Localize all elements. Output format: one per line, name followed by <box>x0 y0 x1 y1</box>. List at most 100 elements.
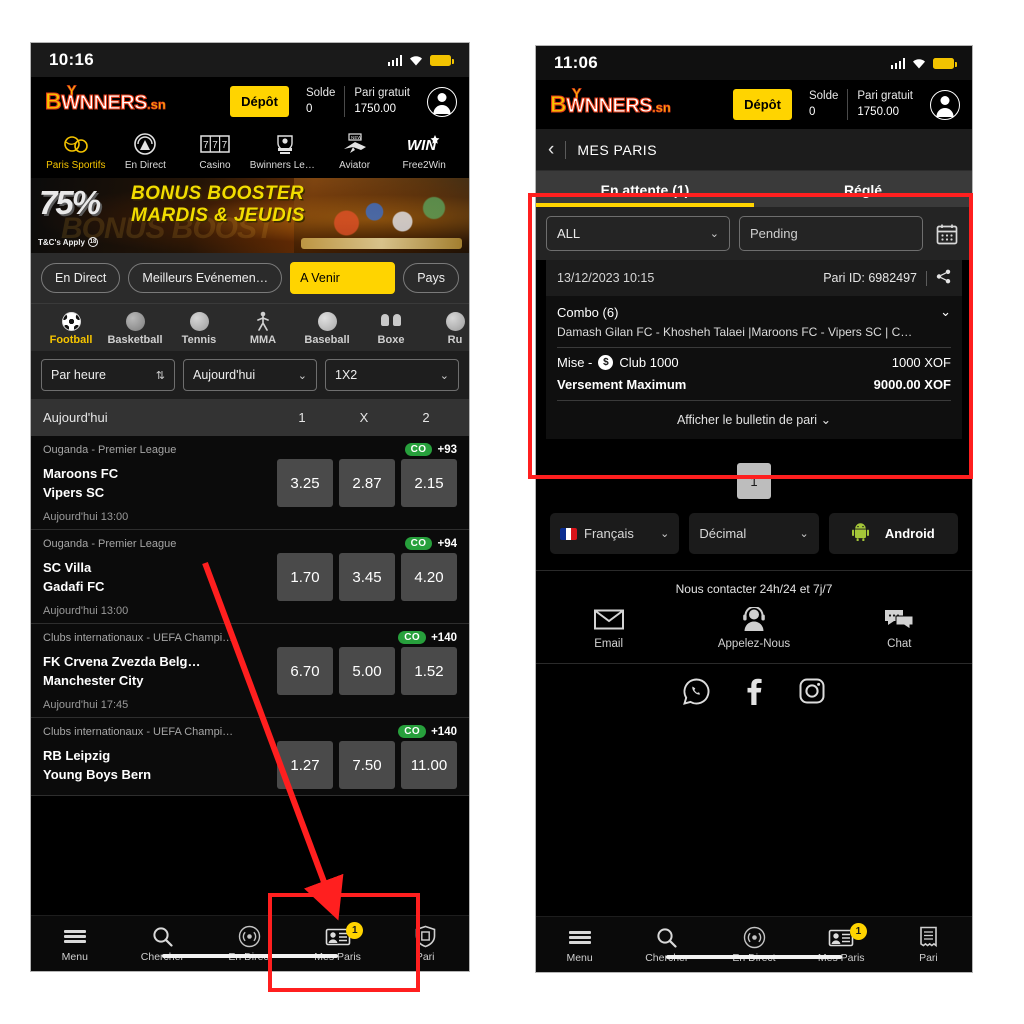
balance-column[interactable]: Solde 0 <box>297 86 344 117</box>
date-select[interactable]: Aujourd'hui ⌄ <box>183 359 317 392</box>
odd-button-2[interactable]: 11.00 <box>401 741 457 790</box>
odd-button-2[interactable]: 2.15 <box>401 459 457 508</box>
category-free2win[interactable]: WIN Free2Win <box>389 130 459 171</box>
odd-button-x[interactable]: 5.00 <box>339 647 395 696</box>
home-indicator[interactable] <box>162 954 338 958</box>
match-teams: SC Villa Gadafi FC <box>43 558 277 597</box>
odd-button-2[interactable]: 1.52 <box>401 647 457 696</box>
chip-meilleurs-evenements[interactable]: Meilleurs Evénemen… <box>128 263 283 294</box>
match-row[interactable]: Ouganda - Premier League CO +94 SC Villa… <box>31 530 469 625</box>
language-select[interactable]: Français ⌄ <box>550 513 680 555</box>
brand-logo[interactable]: B W Y NNERS .sn <box>549 86 672 117</box>
user-avatar-icon[interactable] <box>930 89 960 120</box>
match-row[interactable]: Clubs internationaux - UEFA Champi… CO +… <box>31 624 469 719</box>
market-value: 1X2 <box>335 368 358 383</box>
odd-button-1[interactable]: 1.70 <box>277 553 333 602</box>
odd-button-2[interactable]: 4.20 <box>401 553 457 602</box>
chip-pays[interactable]: Pays <box>403 263 459 294</box>
share-icon[interactable] <box>936 269 951 287</box>
contact-call[interactable]: Appelez-Nous <box>682 604 826 650</box>
match-body: FK Crvena Zvezda Belg… Manchester City 6… <box>43 647 457 696</box>
logo-tld: .sn <box>652 100 672 116</box>
category-aviator[interactable]: NEW Aviator <box>320 130 390 171</box>
chip-en-direct[interactable]: En Direct <box>41 263 121 294</box>
sport-tab-baseball[interactable]: Baseball <box>295 310 359 346</box>
balance-block: Solde 0 Pari gratuit 1750.00 <box>800 89 922 121</box>
category-label: Free2Win <box>402 160 446 172</box>
social-links <box>536 663 972 727</box>
instagram-icon[interactable] <box>799 678 825 710</box>
tab-regle[interactable]: Réglé <box>754 171 972 207</box>
extra-markets-count[interactable]: +94 <box>437 538 457 550</box>
match-row[interactable]: Clubs internationaux - UEFA Champi… CO +… <box>31 718 469 797</box>
nav-label: Menu <box>61 950 88 963</box>
freebet-column[interactable]: Pari gratuit 1750.00 <box>847 89 922 121</box>
category-en-direct[interactable]: En Direct <box>111 130 181 171</box>
page-number-1[interactable]: 1 <box>737 463 771 500</box>
extra-markets-count[interactable]: +140 <box>431 632 457 644</box>
signal-bars-icon <box>387 54 402 66</box>
nav-item-pari[interactable]: Pari <box>885 926 972 964</box>
bottom-nav-left: Menu Chercher En Direct <box>31 915 469 971</box>
sort-by-select[interactable]: Par heure ⇅ <box>41 359 175 392</box>
bet-card[interactable]: 13/12/2023 10:15 Pari ID: 6982497 Combo … <box>536 260 972 448</box>
chevron-down-icon[interactable]: ⌄ <box>940 304 951 320</box>
odd-button-1[interactable]: 3.25 <box>277 459 333 508</box>
category-bwinners-leagues[interactable]: Bwinners Lea… <box>250 130 320 171</box>
tab-en-attente[interactable]: En attente (1) <box>536 171 754 208</box>
freebet-column[interactable]: Pari gratuit 1750.00 <box>344 86 419 118</box>
sport-tab-rugby[interactable]: Ru <box>423 310 469 346</box>
battery-icon <box>933 57 957 69</box>
category-paris-sportifs[interactable]: Paris Sportifs <box>41 130 111 171</box>
facebook-icon[interactable] <box>746 678 763 710</box>
screenshot-stage: 10:16 B W Y NNERS .sn Dépôt Solde 0 Pari… <box>0 0 1024 1024</box>
status-clock: 10:16 <box>49 50 94 69</box>
brand-logo[interactable]: B W Y NNERS .sn <box>44 83 167 114</box>
show-betslip-toggle[interactable]: Afficher le bulletin de pari ⌄ <box>557 401 951 431</box>
market-select[interactable]: 1X2 ⌄ <box>325 359 459 392</box>
android-app-button[interactable]: Android <box>828 513 958 555</box>
search-icon <box>623 926 710 950</box>
page-header: ‹ MES PARIS <box>536 129 972 172</box>
chip-a-venir[interactable]: A Venir <box>290 262 396 295</box>
sport-tab-boxe[interactable]: Boxe <box>359 310 423 346</box>
contact-chat[interactable]: Chat <box>827 604 971 650</box>
odd-button-x[interactable]: 3.45 <box>339 553 395 602</box>
match-header: Ouganda - Premier League CO +93 <box>43 443 457 457</box>
bet-payout-row: Versement Maximum 9000.00 XOF <box>557 370 951 392</box>
nav-item-menu[interactable]: Menu <box>31 925 119 963</box>
sport-tab-tennis[interactable]: Tennis <box>167 310 231 346</box>
sports-balls-icon <box>41 130 111 158</box>
odd-button-1[interactable]: 1.27 <box>277 741 333 790</box>
logo-tld: .sn <box>147 97 167 113</box>
promo-banner[interactable]: BONUS BOOST 75% BONUS BOOSTER MARDIS & J… <box>31 178 469 254</box>
deposit-button[interactable]: Dépôt <box>733 89 792 121</box>
odd-button-1[interactable]: 6.70 <box>277 647 333 696</box>
home-indicator[interactable] <box>666 955 842 959</box>
odd-button-x[interactable]: 2.87 <box>339 459 395 508</box>
cashout-badge: CO <box>404 443 433 457</box>
extra-markets-count[interactable]: +140 <box>431 726 457 738</box>
bet-status-input[interactable]: Pending <box>739 216 923 252</box>
user-avatar-icon[interactable] <box>427 86 457 117</box>
back-chevron-icon[interactable]: ‹ <box>548 140 554 159</box>
odds-format-select[interactable]: Décimal ⌄ <box>689 513 819 555</box>
contact-email[interactable]: Email <box>537 604 681 650</box>
match-league: Clubs internationaux - UEFA Champi… <box>43 631 234 644</box>
bet-type-row[interactable]: Combo (6) ⌄ <box>557 304 951 320</box>
sport-tab-basketball[interactable]: Basketball <box>103 310 167 346</box>
category-casino[interactable]: 7 7 7 Casino <box>180 130 250 171</box>
sport-tab-mma[interactable]: MMA <box>231 310 295 346</box>
match-row[interactable]: Ouganda - Premier League CO +93 Maroons … <box>31 436 469 531</box>
nav-item-menu[interactable]: Menu <box>536 926 623 964</box>
deposit-button[interactable]: Dépôt <box>230 86 289 118</box>
calendar-icon[interactable] <box>932 219 962 249</box>
banner-line1: BONUS BOOSTER <box>131 183 305 205</box>
bet-type-select[interactable]: ALL ⌄ <box>546 216 730 252</box>
sport-tab-football[interactable]: Football <box>39 310 103 346</box>
whatsapp-icon[interactable] <box>683 678 710 710</box>
nav-item-pari[interactable]: Pari <box>381 925 469 963</box>
odd-button-x[interactable]: 7.50 <box>339 741 395 790</box>
balance-column[interactable]: Solde 0 <box>800 89 847 120</box>
extra-markets-count[interactable]: +93 <box>437 444 457 456</box>
